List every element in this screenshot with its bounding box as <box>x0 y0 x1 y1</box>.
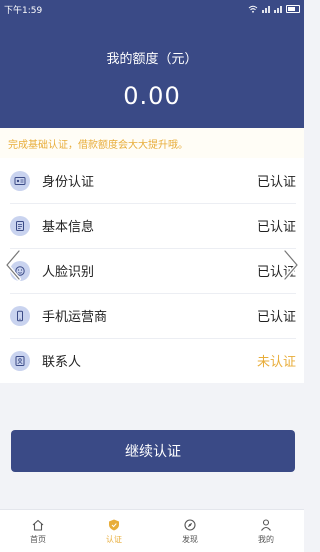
status-time: 下午1:59 <box>4 5 43 16</box>
signal-icon <box>274 5 282 13</box>
status-icons <box>248 5 300 13</box>
verification-list: 身份认证 已认证 基本信息 已认证 人脸识别 已认证 手机运营商 已认证 联系人… <box>0 158 304 383</box>
battery-icon <box>286 5 300 13</box>
quota-label: 我的额度（元） <box>106 52 198 67</box>
person-icon <box>261 518 271 531</box>
status-text: 未认证 <box>256 355 296 370</box>
list-item-label: 人脸识别 <box>42 265 95 280</box>
status-text: 已认证 <box>256 175 296 190</box>
phone-icon <box>10 305 30 326</box>
chevron-left-icon[interactable] <box>4 248 22 282</box>
list-item-face-recognition[interactable]: 人脸识别 已认证 <box>0 248 304 293</box>
tab-label: 首页 <box>30 534 46 544</box>
list-item-label: 手机运营商 <box>42 310 108 325</box>
list-item-label: 基本信息 <box>42 220 95 235</box>
tab-label: 我的 <box>258 534 274 544</box>
tip-banner: 完成基础认证，借款额度会大大提升哦。 <box>0 128 304 158</box>
home-icon <box>32 519 44 531</box>
continue-verification-button[interactable]: 继续认证 <box>11 430 295 472</box>
tab-mine[interactable]: 我的 <box>228 510 304 552</box>
tab-label: 发现 <box>182 534 198 544</box>
list-item-label: 联系人 <box>42 355 82 370</box>
chevron-right-icon[interactable] <box>282 248 300 282</box>
list-item-mobile-carrier[interactable]: 手机运营商 已认证 <box>0 293 304 338</box>
tab-home[interactable]: 首页 <box>0 510 76 552</box>
quota-value: 0.00 <box>123 82 181 110</box>
status-bar: 下午1:59 <box>0 0 304 18</box>
contacts-icon <box>10 350 30 371</box>
tab-label: 认证 <box>106 534 122 544</box>
signal-icon <box>262 5 270 13</box>
status-text: 已认证 <box>256 220 296 235</box>
tab-discover[interactable]: 发现 <box>152 510 228 552</box>
list-item-basic-info[interactable]: 基本信息 已认证 <box>0 203 304 248</box>
list-item-contacts[interactable]: 联系人 未认证 <box>0 338 304 383</box>
wifi-icon <box>248 5 258 13</box>
compass-icon <box>184 518 196 531</box>
status-text: 已认证 <box>256 310 296 325</box>
list-item-identity[interactable]: 身份认证 已认证 <box>0 158 304 203</box>
document-icon <box>10 215 30 236</box>
bottom-tab-bar: 首页 认证 发现 我的 <box>0 509 304 552</box>
list-item-label: 身份认证 <box>42 175 95 190</box>
header: 下午1:59 我的额度（元） 0.00 <box>0 0 304 128</box>
shield-icon <box>109 519 119 530</box>
id-card-icon <box>10 170 30 191</box>
tab-verification[interactable]: 认证 <box>76 510 152 552</box>
